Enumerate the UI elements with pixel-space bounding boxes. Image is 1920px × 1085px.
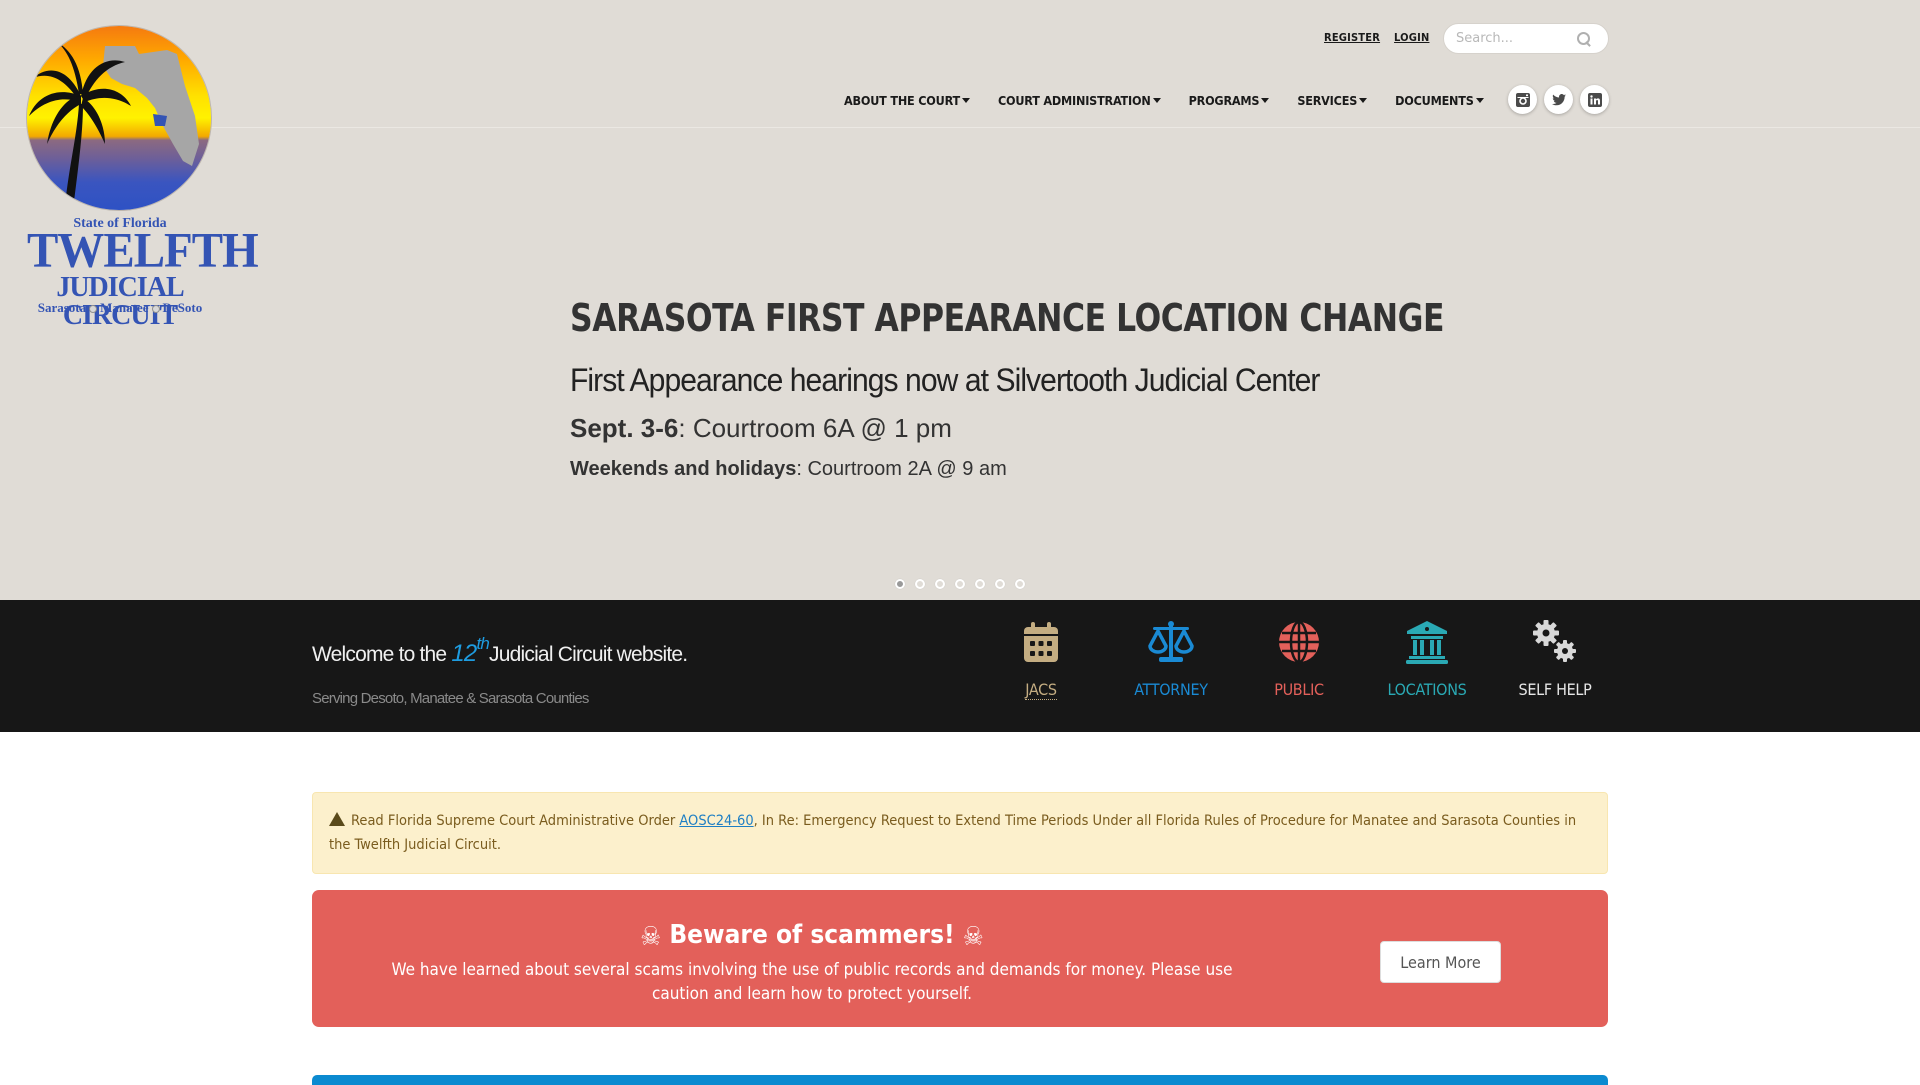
- slider-dot-7[interactable]: [1015, 579, 1025, 589]
- admin-order-notice: Read Florida Supreme Court Administrativ…: [312, 792, 1608, 874]
- slider-pagination: [895, 579, 1025, 589]
- quick-link-label: SELF HELP: [1518, 680, 1592, 699]
- nav-label: ABOUT THE COURT: [844, 93, 960, 108]
- logo-county: DeSoto: [162, 300, 203, 315]
- quick-link-locations[interactable]: LOCATIONS: [1367, 618, 1487, 699]
- quick-link-label: JACS: [1025, 680, 1057, 700]
- quick-link-jacs[interactable]: JACS: [981, 618, 1101, 700]
- login-link[interactable]: LOGIN: [1394, 31, 1429, 44]
- header-divider: [0, 127, 1920, 128]
- slider-dot-6[interactable]: [995, 579, 1005, 589]
- linkedin-icon: [1587, 92, 1602, 107]
- serving-counties: Serving Desoto, Manatee & Sarasota Count…: [312, 690, 589, 707]
- nav-services[interactable]: SERVICES: [1297, 93, 1368, 108]
- next-section-bar: [312, 1075, 1608, 1085]
- courthouse-icon: [1406, 621, 1448, 664]
- twitter-icon: [1551, 93, 1566, 105]
- quick-link-attorney[interactable]: ATTORNEY: [1111, 618, 1231, 699]
- nav-documents[interactable]: DOCUMENTS: [1395, 93, 1484, 108]
- caret-down-icon: [961, 98, 970, 103]
- admin-order-link[interactable]: AOSC24-60: [679, 813, 753, 829]
- quick-link-label: PUBLIC: [1274, 680, 1324, 699]
- separator-circle: [89, 305, 98, 314]
- quick-link-self-help[interactable]: SELF HELP: [1495, 618, 1615, 699]
- logo-emblem: [27, 26, 211, 210]
- welcome-prefix: Welcome to the: [312, 643, 452, 666]
- caret-down-icon: [1152, 98, 1161, 103]
- nav-court-administration[interactable]: COURT ADMINISTRATION: [998, 93, 1161, 108]
- caret-down-icon: [1359, 98, 1368, 103]
- nav-label: PROGRAMS: [1188, 93, 1260, 108]
- slider-dot-5[interactable]: [975, 579, 985, 589]
- quick-link-public[interactable]: PUBLIC: [1239, 618, 1359, 699]
- learn-more-button[interactable]: Learn More: [1380, 941, 1501, 983]
- caret-down-icon: [1261, 98, 1270, 103]
- welcome-bar: [0, 600, 1920, 732]
- logo-county: Sarasota: [37, 300, 87, 315]
- search-box[interactable]: [1443, 23, 1609, 54]
- scam-title: Beware of scammers!: [669, 920, 955, 950]
- separator-circle: [151, 305, 160, 314]
- notice-prefix: Read Florida Supreme Court Administrativ…: [351, 813, 680, 829]
- caret-down-icon: [1475, 98, 1484, 103]
- search-icon[interactable]: [1576, 31, 1592, 47]
- linkedin-button[interactable]: [1580, 85, 1609, 114]
- nav-programs[interactable]: PROGRAMS: [1189, 93, 1270, 108]
- slider-dot-4[interactable]: [955, 579, 965, 589]
- nav-label: SERVICES: [1297, 93, 1358, 108]
- slider-dot-3[interactable]: [935, 579, 945, 589]
- main-nav: ABOUT THE COURT COURT ADMINISTRATION PRO…: [844, 93, 1484, 108]
- hero-slider: State of Florida TWELFTH JUDICIAL CIRCUI…: [0, 0, 1920, 600]
- schedule-date: Sept. 3-6: [570, 413, 679, 443]
- warning-icon: [329, 812, 345, 826]
- gears-icon: [1533, 620, 1576, 662]
- quick-link-label: LOCATIONS: [1387, 680, 1467, 699]
- slide-subtitle: First Appearance hearings now at Silvert…: [570, 362, 1320, 398]
- logo-counties: Sarasota Manatee DeSoto: [27, 300, 213, 316]
- scam-title-row: ☠ Beware of scammers! ☠: [312, 920, 1312, 952]
- scam-body: We have learned about several scams invo…: [391, 960, 1233, 1004]
- schedule-detail: : Courtroom 2A @ 9 am: [796, 458, 1007, 480]
- skull-crossbones-icon: ☠: [640, 922, 662, 952]
- slider-dot-2[interactable]: [915, 579, 925, 589]
- slider-dot-1[interactable]: [895, 579, 905, 589]
- nav-about-the-court[interactable]: ABOUT THE COURT: [844, 93, 970, 108]
- quick-link-label: ATTORNEY: [1134, 680, 1208, 699]
- social-links: [1508, 85, 1609, 114]
- calendar-icon: [1024, 622, 1058, 662]
- nav-label: DOCUMENTS: [1395, 93, 1474, 108]
- schedule-detail: : Courtroom 6A @ 1 pm: [678, 413, 952, 443]
- skull-crossbones-icon: ☠: [962, 922, 984, 952]
- slide-content: SARASOTA FIRST APPEARANCE LOCATION CHANG…: [570, 296, 1470, 481]
- site-logo[interactable]: State of Florida TWELFTH JUDICIAL CIRCUI…: [27, 26, 259, 330]
- nav-label: COURT ADMINISTRATION: [997, 93, 1151, 108]
- schedule-date: Weekends and holidays: [570, 458, 797, 480]
- instagram-icon: [1515, 92, 1530, 107]
- welcome-heading: Welcome to the 12thJudicial Circuit webs…: [312, 634, 688, 668]
- logo-title: TWELFTH: [27, 223, 259, 279]
- slide-title: SARASOTA FIRST APPEARANCE LOCATION CHANG…: [570, 296, 1444, 340]
- circuit-ordinal: th: [476, 634, 490, 653]
- register-link[interactable]: REGISTER: [1324, 31, 1380, 44]
- instagram-button[interactable]: [1508, 85, 1537, 114]
- globe-icon: [1279, 620, 1319, 664]
- logo-emblem-art: [29, 42, 199, 210]
- welcome-rest: Judicial Circuit website.: [489, 643, 688, 666]
- twitter-button[interactable]: [1544, 85, 1573, 114]
- search-input[interactable]: [1456, 31, 1576, 46]
- scales-icon: [1148, 621, 1194, 662]
- circuit-number: 12: [451, 640, 477, 667]
- account-links: REGISTER LOGIN: [1324, 31, 1429, 44]
- slide-schedule-line: Sept. 3-6: Courtroom 6A @ 1 pm: [570, 413, 1470, 444]
- logo-county: Manatee: [100, 300, 149, 315]
- slide-schedule-line: Weekends and holidays: Courtroom 2A @ 9 …: [570, 458, 1470, 481]
- scam-alert: ☠ Beware of scammers! ☠ We have learned …: [312, 890, 1608, 1027]
